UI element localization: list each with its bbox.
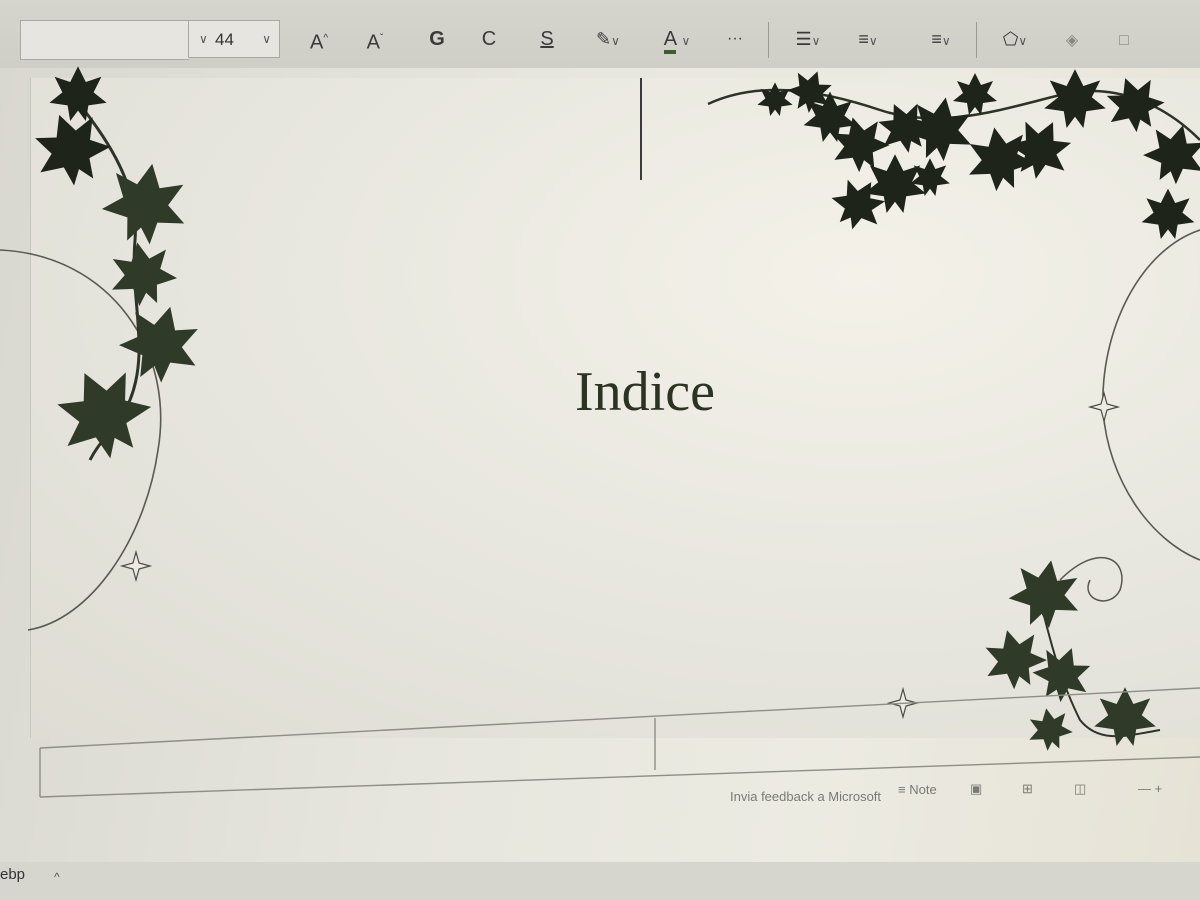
shrink-font-button[interactable]: Aˇ [362, 24, 388, 54]
font-name-box[interactable] [20, 20, 189, 60]
font-size-dropdown-chevron-icon[interactable]: ∨ [262, 32, 271, 46]
align-text-icon: ≡ [931, 29, 942, 49]
toolbar-divider [768, 22, 769, 58]
align-chevron-icon[interactable]: ∨ [942, 34, 951, 48]
notes-label: Note [909, 782, 937, 797]
highlighter-icon: ✎ [596, 29, 612, 49]
shapes-chevron-icon[interactable]: ∨ [1018, 34, 1027, 48]
shapes-icon: ⬠ [1002, 29, 1019, 49]
numbering-chevron-icon[interactable]: ∨ [869, 34, 878, 48]
shape-outline-button[interactable]: □ [1108, 24, 1140, 54]
toolbar-divider [976, 22, 977, 58]
underline-label: S [540, 28, 554, 50]
shrink-font-label: A [366, 31, 380, 54]
font-size-value: 44 [215, 30, 234, 49]
font-size-box[interactable]: ∨ 44 ∨ [188, 20, 280, 58]
chevron-up-icon[interactable]: ^ [54, 870, 60, 884]
taskbar-label[interactable]: ebp [0, 866, 25, 883]
notes-button[interactable]: ≡ Note [898, 782, 937, 797]
reading-view-icon[interactable]: ◫ [1074, 781, 1086, 797]
bold-label: G [429, 28, 445, 50]
bullets-chevron-icon[interactable]: ∨ [812, 34, 821, 48]
highlight-button[interactable]: ✎∨ [588, 24, 628, 54]
italic-label: C [481, 28, 497, 50]
italic-button[interactable]: C [478, 24, 500, 54]
taskbar [0, 862, 1200, 900]
font-color-label: A [663, 28, 676, 54]
paint-bucket-icon: ◈ [1065, 32, 1079, 49]
underline-button[interactable]: S [536, 24, 558, 54]
grow-font-button[interactable]: A^ [306, 24, 332, 54]
align-button[interactable]: ≡∨ [916, 24, 966, 54]
bullets-button[interactable]: ☰∨ [786, 24, 830, 54]
more-options-button[interactable]: ··· [718, 24, 752, 54]
ribbon-toolbar: ∨ 44 ∨ A^ Aˇ G C S ✎∨ A ∨ ··· ☰∨ ≡∨ ≡∨ ⬠… [0, 0, 1200, 69]
font-color-chevron-icon[interactable]: ∨ [682, 34, 691, 48]
font-color-button[interactable]: A ∨ [652, 24, 702, 54]
zoom-slider[interactable]: — + [1138, 781, 1162, 796]
pen-outline-icon: □ [1119, 32, 1129, 49]
bold-button[interactable]: G [424, 24, 450, 54]
grow-font-label: A [309, 31, 324, 54]
feedback-link[interactable]: Invia feedback a Microsoft [730, 789, 881, 804]
highlight-chevron-icon[interactable]: ∨ [611, 34, 620, 48]
shapes-button[interactable]: ⬠∨ [990, 24, 1040, 54]
shape-fill-button[interactable]: ◈ [1056, 24, 1088, 54]
text-cursor [640, 78, 642, 180]
bulleted-list-icon: ☰ [795, 29, 812, 49]
notes-icon: ≡ [898, 782, 906, 797]
numbered-list-icon: ≡ [858, 29, 869, 49]
font-size-left-chevron-icon[interactable]: ∨ [199, 32, 208, 46]
numbering-button[interactable]: ≡∨ [846, 24, 890, 54]
normal-view-icon[interactable]: ▣ [970, 781, 982, 797]
slide-title[interactable]: Indice [500, 360, 790, 424]
more-options-label: ··· [727, 30, 743, 47]
slide-sorter-icon[interactable]: ⊞ [1022, 781, 1033, 797]
